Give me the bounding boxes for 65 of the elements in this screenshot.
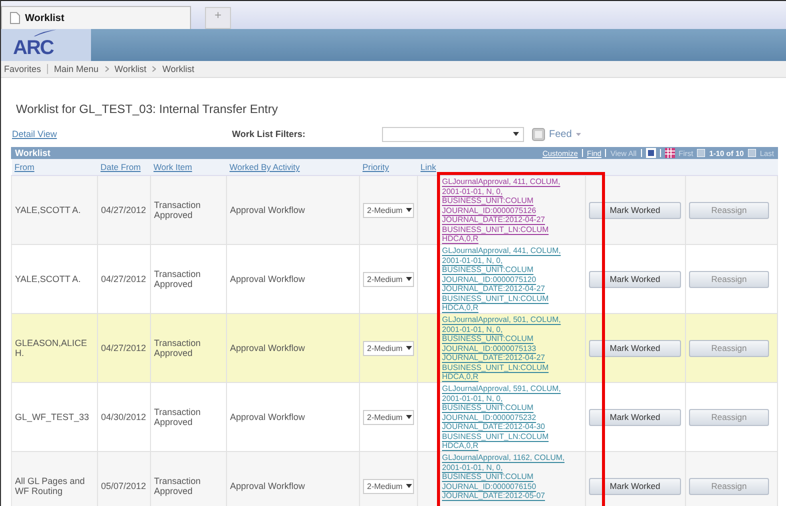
priority-dropdown[interactable]: 2-Medium [363, 272, 414, 286]
table-cell: Transaction Approved [154, 269, 201, 289]
zoom-icon[interactable] [646, 148, 656, 158]
breadcrumb-link[interactable]: Main Menu [54, 64, 99, 74]
caret-icon [513, 132, 519, 136]
table-cell: 04/27/2012 [101, 274, 146, 284]
filter-dropdown[interactable] [382, 126, 524, 142]
table-cell: Transaction Approved [154, 200, 201, 220]
grid-title: Worklist [15, 148, 50, 158]
caret-icon [406, 484, 412, 488]
priority-dropdown[interactable]: 2-Medium [363, 202, 414, 218]
page-title: Worklist for GL_TEST_03: Internal Transfer Entry [16, 102, 279, 116]
spreadsheet-icon[interactable] [664, 148, 675, 158]
mark-worked-button[interactable]: Mark Worked [589, 478, 681, 494]
next-icon[interactable] [748, 149, 756, 157]
feed-menu[interactable]: Feed [549, 128, 572, 140]
browser-tab[interactable]: Worklist [1, 6, 191, 29]
breadcrumb-link[interactable]: Worklist [114, 64, 146, 74]
table-cell: 04/27/2012 [101, 343, 146, 353]
table-cell: Approval Workflow [230, 481, 305, 491]
breadcrumb-link[interactable]: Worklist [162, 64, 194, 74]
caret-icon [406, 415, 412, 419]
table-cell: 05/07/2012 [101, 481, 146, 491]
mark-worked-button[interactable]: Mark Worked [589, 408, 681, 426]
mark-worked-button[interactable]: Mark Worked [589, 270, 681, 288]
breadcrumb-link[interactable]: Favorites [4, 64, 42, 74]
table-cell: Approval Workflow [230, 205, 305, 215]
detail-view-link[interactable]: Detail View [12, 129, 232, 139]
page-icon [10, 12, 20, 24]
column-header[interactable]: Link [420, 162, 436, 172]
logo: ARC [1, 29, 91, 61]
caret-icon [576, 132, 581, 136]
table-cell: Transaction Approved [154, 407, 201, 427]
table-cell: All GL Pages and WF Routing [15, 476, 85, 496]
table-cell: GLEASON,ALICE H. [15, 338, 88, 358]
column-header[interactable]: From [14, 162, 34, 172]
table-cell: Approval Workflow [230, 343, 305, 353]
table-cell: 04/27/2012 [101, 205, 146, 215]
reassign-button[interactable]: Reassign [689, 408, 769, 426]
table-cell: Approval Workflow [230, 274, 305, 284]
filter-label: Work List Filters: [232, 129, 306, 139]
reassign-button[interactable]: Reassign [689, 340, 769, 356]
priority-dropdown[interactable]: 2-Medium [363, 410, 414, 424]
table-cell: YALE,SCOTT A. [15, 205, 81, 215]
reassign-button[interactable]: Reassign [689, 202, 769, 218]
mark-worked-button[interactable]: Mark Worked [589, 202, 681, 218]
chevron-icon [152, 66, 156, 72]
table-cell: 04/30/2012 [101, 412, 146, 422]
table-cell: YALE,SCOTT A. [15, 274, 81, 284]
caret-icon [406, 208, 412, 212]
table-cell: GL_WF_TEST_33 [15, 412, 90, 422]
caret-icon [406, 277, 412, 281]
reassign-button[interactable]: Reassign [689, 270, 769, 288]
caret-icon [406, 346, 412, 350]
priority-dropdown[interactable]: 2-Medium [363, 340, 414, 356]
feed-icon [532, 128, 545, 140]
table-cell: Transaction Approved [154, 338, 201, 358]
new-tab-button[interactable]: + [205, 7, 231, 29]
previous-icon[interactable] [697, 149, 706, 157]
chevron-icon [104, 66, 109, 72]
priority-dropdown[interactable]: 2-Medium [363, 478, 414, 494]
table-cell: Transaction Approved [154, 476, 201, 496]
reassign-button[interactable]: Reassign [689, 478, 769, 494]
table-cell: Approval Workflow [230, 412, 305, 422]
mark-worked-button[interactable]: Mark Worked [589, 340, 681, 356]
